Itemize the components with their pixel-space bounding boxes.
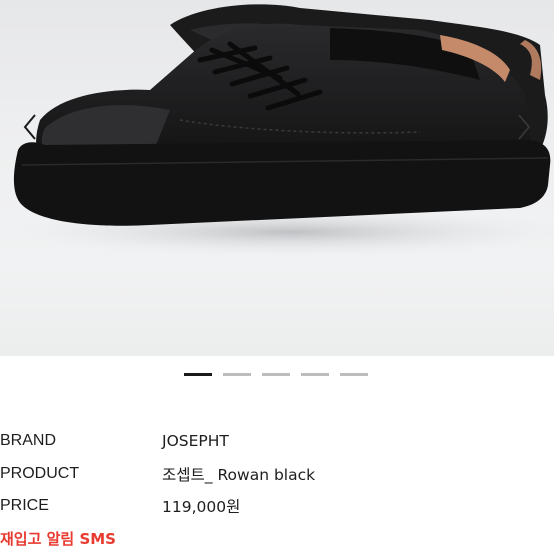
price-value: 119,000원 bbox=[162, 498, 241, 517]
pagination-dot[interactable] bbox=[184, 373, 212, 376]
product-label: PRODUCT bbox=[0, 464, 80, 482]
gallery-pagination bbox=[184, 373, 368, 377]
price-label: PRICE bbox=[0, 497, 49, 515]
pagination-dot[interactable] bbox=[340, 373, 368, 376]
pagination-dot[interactable] bbox=[223, 373, 251, 376]
info-row-price: PRICE 119,000원 bbox=[0, 490, 554, 523]
product-info-table: BRAND JOSEPHT PRODUCT 조셉트_ Rowan black P… bbox=[0, 425, 554, 523]
product-photo bbox=[10, 4, 554, 256]
chevron-right-icon bbox=[518, 114, 531, 140]
brand-value: JOSEPHT bbox=[162, 432, 229, 451]
chevron-left-icon bbox=[23, 114, 36, 140]
pagination-dot[interactable] bbox=[301, 373, 329, 376]
product-image-gallery[interactable] bbox=[0, 0, 554, 356]
restock-sms-alert-button[interactable]: 재입고 알림 SMS bbox=[0, 528, 116, 549]
gallery-prev-button[interactable] bbox=[18, 112, 42, 142]
product-value: 조셉트_ Rowan black bbox=[162, 465, 316, 484]
info-row-product: PRODUCT 조셉트_ Rowan black bbox=[0, 458, 554, 491]
info-row-brand: BRAND JOSEPHT bbox=[0, 425, 554, 458]
gallery-next-button[interactable] bbox=[512, 112, 536, 142]
pagination-dot[interactable] bbox=[262, 373, 290, 376]
brand-label: BRAND bbox=[0, 432, 57, 450]
